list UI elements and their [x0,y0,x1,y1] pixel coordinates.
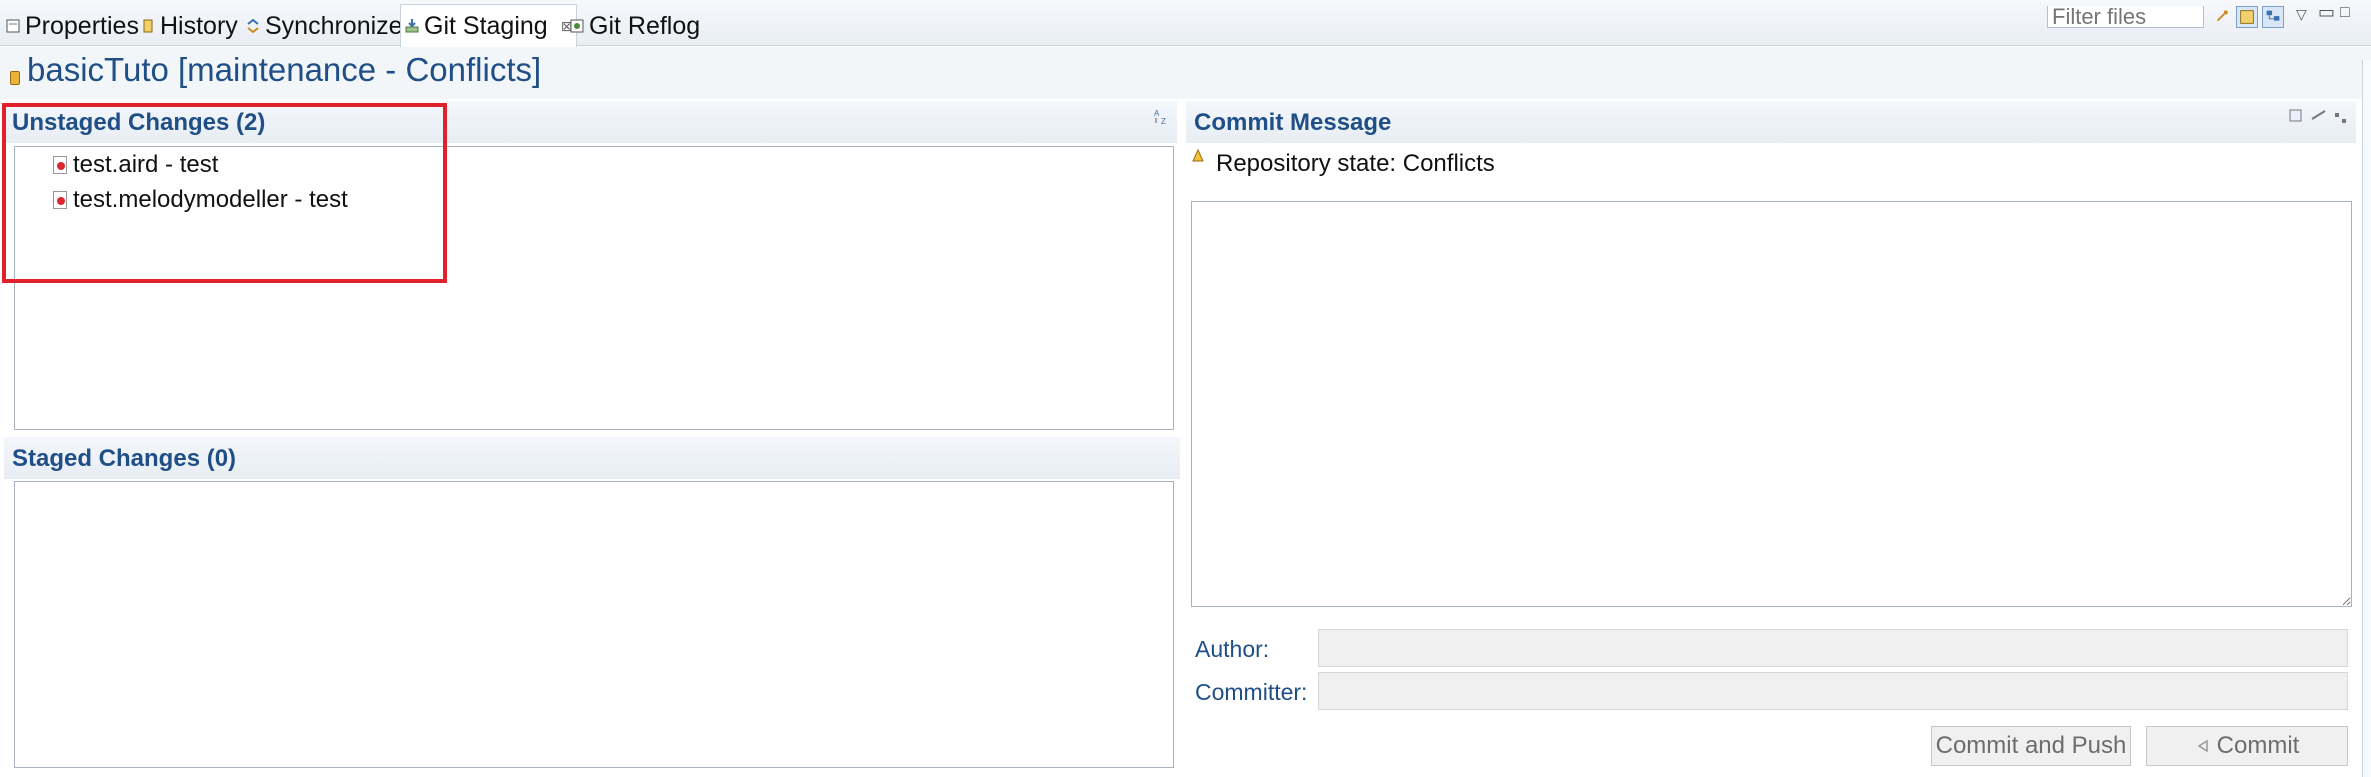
unstaged-changes-title: Unstaged Changes (2) [12,109,266,136]
history-icon [143,19,153,33]
synchronize-icon [247,18,259,34]
signed-off-icon[interactable] [2310,107,2328,125]
unstaged-changes-list[interactable]: test.aird - test test.melodymodeller - t… [14,146,1174,430]
committer-field[interactable] [1318,672,2348,710]
repository-state: Repository state: Conflicts [1192,149,1495,178]
tab-label: Synchronize [265,11,403,40]
staged-changes-title: Staged Changes (0) [12,445,237,472]
commit-and-push-label: Commit and Push [1935,732,2127,759]
warning-icon [1192,149,1204,162]
commit-and-push-button[interactable]: Commit and Push [1931,726,2131,766]
commit-message-input[interactable] [1191,201,2352,607]
git-staging-icon [405,19,419,33]
tab-label: Git Reflog [589,11,701,40]
change-id-icon[interactable] [2332,109,2350,127]
filter-files-input[interactable] [2047,6,2204,28]
sort-icon[interactable]: AZ [1153,107,1171,125]
commit-button[interactable]: Commit [2146,726,2348,766]
tab-label: History [160,11,238,40]
conflict-file-icon [53,191,67,209]
author-label: Author: [1195,636,1270,662]
maximize-icon[interactable]: □ [2340,4,2350,22]
tab-properties[interactable]: Properties [2,6,143,46]
repository-icon [10,71,20,85]
author-field[interactable] [1318,629,2348,667]
compare-mode-icon[interactable] [2236,6,2258,28]
list-item[interactable]: test.aird - test [53,149,218,181]
tab-label: Git Staging [424,11,548,40]
minimize-icon[interactable]: ▭ [2318,2,2335,23]
tab-synchronize[interactable]: Synchronize [242,6,407,46]
commit-message-header: Commit Message [1186,101,2356,143]
commit-label: Commit [2216,732,2300,759]
staged-changes-list[interactable] [14,481,1174,768]
repository-state-text: Repository state: Conflicts [1216,150,1495,177]
repository-title-bar: basicTuto [maintenance - Conflicts] [0,47,2371,99]
svg-text:A: A [1154,109,1160,118]
properties-icon [6,19,20,33]
tab-history[interactable]: History [137,6,242,46]
file-label: test.aird - test [73,151,219,178]
committer-label: Committer: [1195,679,1308,705]
commit-message-title: Commit Message [1194,109,1392,136]
commit-icon [2197,739,2208,753]
view-tab-bar: Properties History Synchronize Git Stagi… [0,0,2371,47]
conflict-file-icon [53,156,67,174]
tab-label: Properties [25,11,139,40]
view-menu-icon[interactable]: ▽ [2296,6,2307,23]
list-item[interactable]: test.melodymodeller - test [53,184,348,216]
page-title: basicTuto [maintenance - Conflicts] [27,51,542,88]
unstaged-changes-header: Unstaged Changes (2) [4,101,1177,143]
staged-changes-header: Staged Changes (0) [4,437,1180,479]
file-label: test.melodymodeller - test [73,186,348,213]
window-edge [2362,60,2371,777]
link-icon[interactable] [2212,6,2234,28]
svg-text:Z: Z [1161,117,1166,125]
amend-icon[interactable] [2288,107,2306,125]
tab-git-reflog[interactable]: Git Reflog [566,6,704,46]
tree-view-icon[interactable] [2262,6,2284,28]
git-reflog-icon [570,19,584,33]
tab-git-staging[interactable]: Git Staging ⊠ [400,4,578,47]
